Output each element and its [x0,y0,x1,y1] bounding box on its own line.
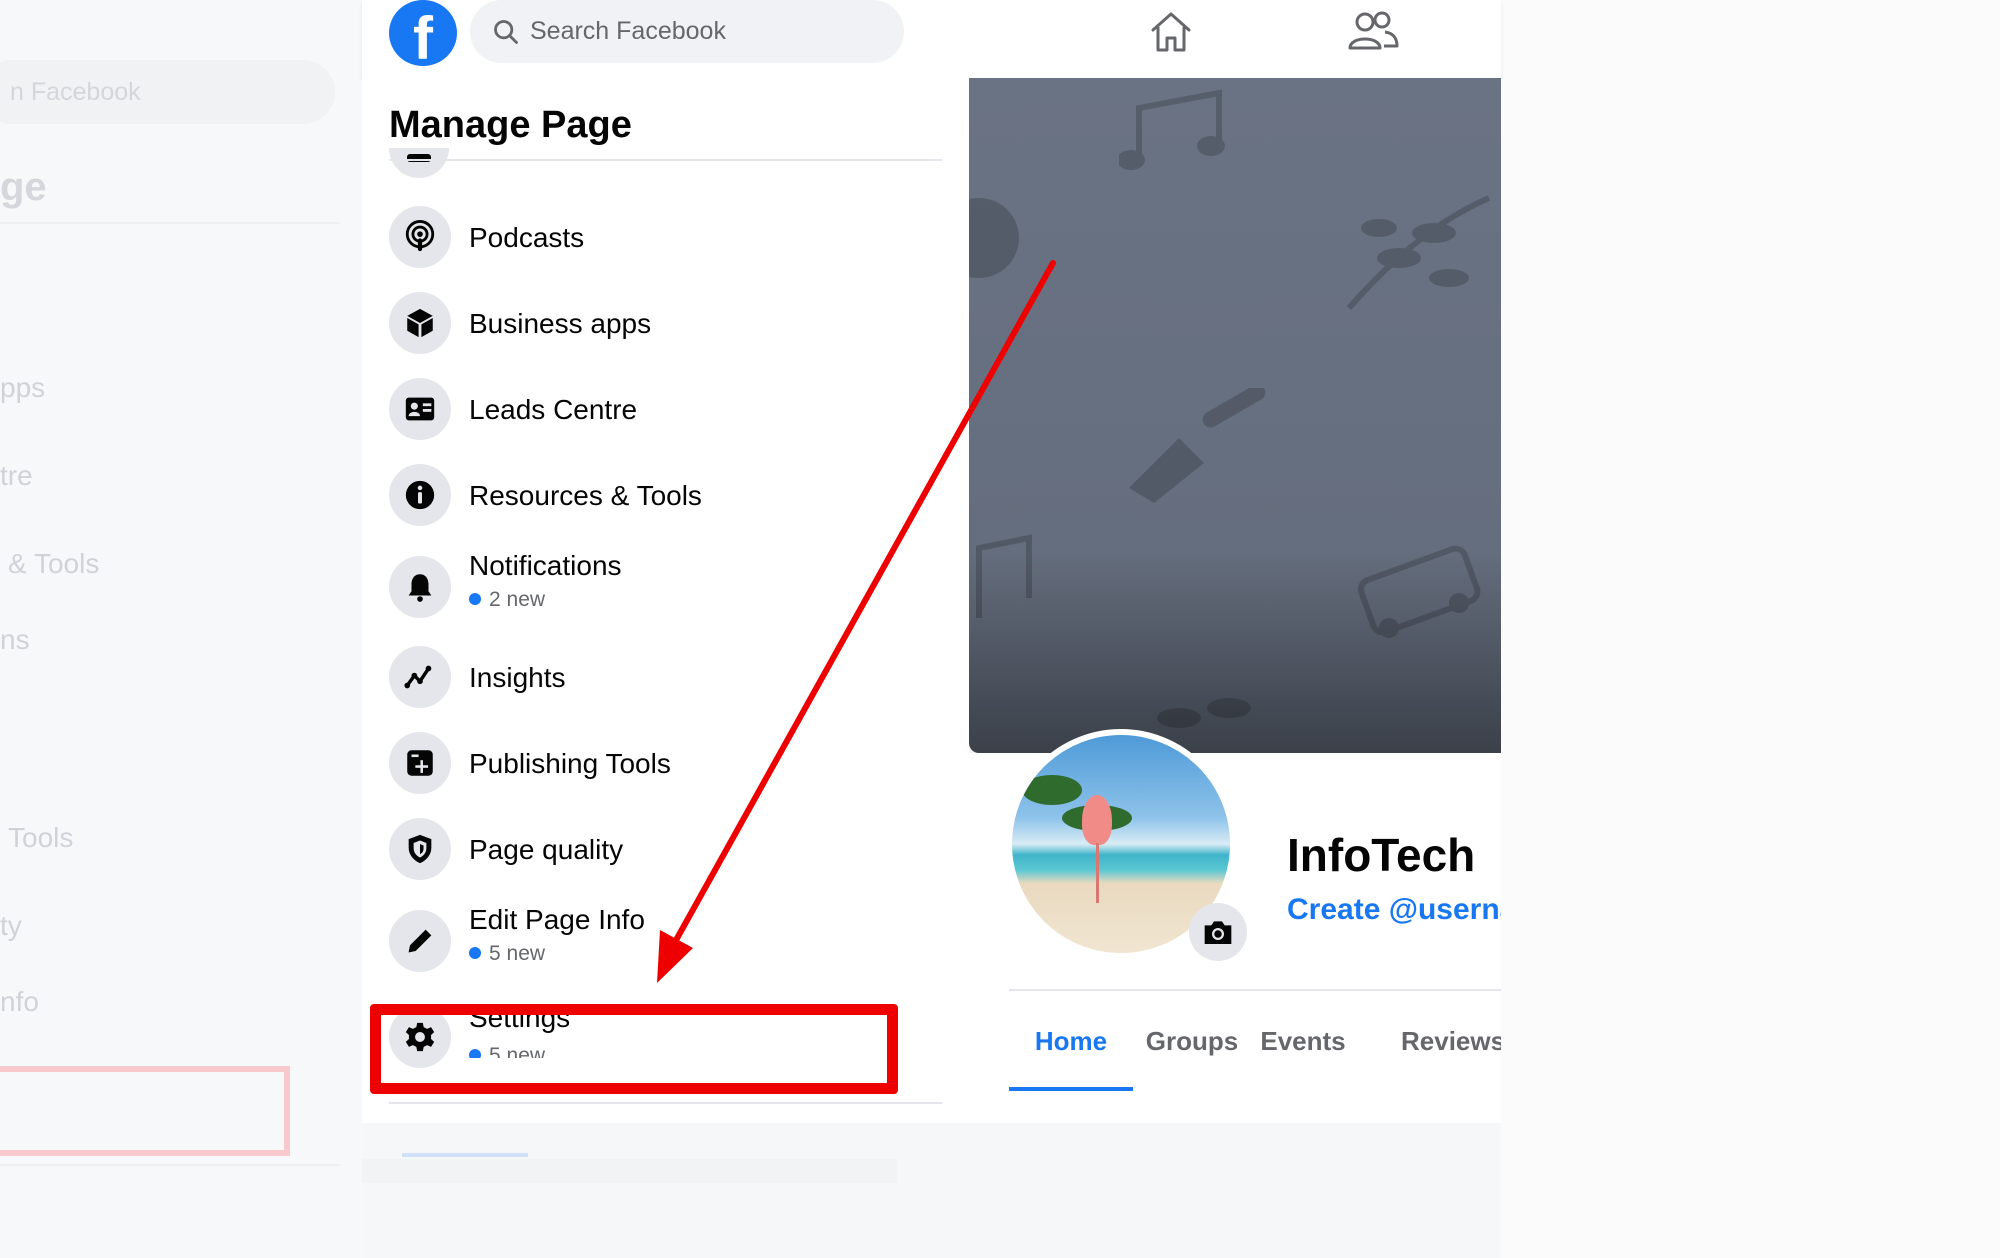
facebook-window: f Manage Page Podcasts Business apps [362,0,1501,1123]
menu-item-podcasts[interactable]: Podcasts [389,202,949,272]
menu-item-label: Leads Centre [469,394,638,425]
tab-groups[interactable]: Groups [1137,991,1247,1091]
truck-icon [1357,545,1481,638]
ghost-highlight-box [0,1066,290,1156]
menu-item-label: Page quality [469,834,624,865]
leaf-icon [1346,195,1491,310]
blue-dot-icon [469,593,481,605]
search-input[interactable] [530,10,890,52]
search-icon [494,20,518,44]
bell-icon [389,556,451,618]
bottom-divider [389,1102,942,1104]
new-count-badge: 2 new [469,588,545,612]
tab-home[interactable]: Home [1009,991,1133,1091]
menu-item-business-apps[interactable]: Business apps [389,288,949,358]
ghost-item: nfo [0,986,39,1017]
facebook-logo-icon[interactable]: f [389,0,457,66]
ghost-title: ge [0,165,47,209]
menu-item-label: Podcasts [469,222,585,253]
ghost-divider [0,1164,340,1166]
background-ghost-panel: n Facebook ge pps tre & Tools ns Tools t… [0,0,362,1258]
bottom-ghost [362,1123,1501,1258]
menu-item-label: Business apps [469,308,652,339]
leaf-icon [1157,698,1251,728]
contact-card-icon [389,378,451,440]
tab-events[interactable]: Events [1253,991,1353,1091]
info-icon [389,464,451,526]
search-bar[interactable] [470,0,904,63]
tab-reviews[interactable]: Reviews [1401,991,1501,1091]
cube-icon [389,292,451,354]
title-divider [389,159,942,161]
page-preview: InfoTech Create @username Home Groups Ev… [969,78,1501,1123]
blue-dot-icon [469,947,481,959]
menu-item-leads-centre[interactable]: Leads Centre [389,374,949,444]
podcast-icon [389,206,451,268]
shield-icon [389,818,451,880]
top-navigation-bar: f [362,0,1501,78]
page-name: InfoTech [1287,829,1476,881]
flamingo [1082,795,1112,845]
ghost-tab-indicator [402,1153,528,1157]
flamingo-leg [1096,843,1099,903]
menu-item-insights[interactable]: Insights [389,642,949,712]
pencil-icon [389,910,451,972]
settings-highlight-box [370,1004,898,1094]
profile-card: InfoTech Create @username Home Groups Ev… [969,729,1501,1123]
create-username-link[interactable]: Create @username [1287,893,1501,927]
ghost-divider [0,222,340,224]
cover-photo[interactable] [969,78,1501,753]
ghost-item: tre [0,460,33,491]
menu-item-label: Notifications [469,550,622,581]
page-tabs: Home Groups Events Reviews [1009,991,1501,1091]
menu-item-label: Insights [469,662,566,693]
ghost-item: ns [0,624,30,655]
ghost-search: n Facebook [0,60,335,124]
menu-item-edit-page-info[interactable]: Edit Page Info 5 new [389,900,949,972]
menu-item-label: Resources & Tools [469,480,702,511]
menu-item-page-quality[interactable]: Page quality [389,814,949,884]
ghost-item: ty [0,910,22,941]
background-ghost-right [1499,0,2000,1258]
trend-icon [389,646,451,708]
menu-item-label: Edit Page Info [469,904,645,935]
ghost-item: & Tools [8,548,100,579]
camera-icon [1204,921,1232,944]
menu-icon-partial [389,148,449,178]
menu-item-notifications[interactable]: Notifications 2 new [389,546,949,618]
camera-button[interactable] [1189,903,1247,961]
friends-icon[interactable] [1347,8,1399,56]
menu-item-publishing-tools[interactable]: Publishing Tools [389,728,949,798]
palm-leaves [1022,775,1082,805]
manage-page-title: Manage Page [389,104,632,146]
manage-page-sidebar: Manage Page Podcasts Business apps Leads… [362,78,969,1123]
menu-item-label: Publishing Tools [469,748,671,779]
home-icon[interactable] [1147,8,1195,56]
calendar-plus-icon [389,732,451,794]
music-note-icon [1119,89,1225,170]
music-note-icon [976,534,1032,618]
ghost-bar [362,1159,897,1183]
menu-item-resources-tools[interactable]: Resources & Tools [389,460,949,530]
ghost-item: Tools [8,822,74,853]
new-count-badge: 5 new [469,942,545,966]
apple-icon [969,198,1019,278]
paintbrush-icon [1129,388,1266,503]
ghost-item: pps [0,372,46,403]
